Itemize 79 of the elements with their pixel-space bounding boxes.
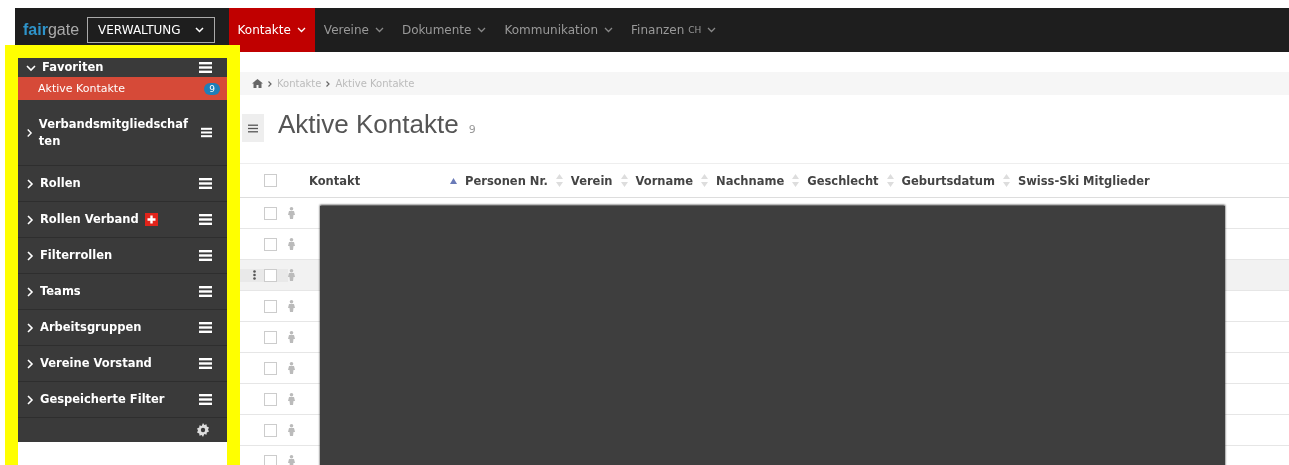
logo[interactable]: fairgate — [15, 8, 88, 52]
count-label: 9 — [468, 123, 476, 136]
section-title[interactable]: Rollen Verband — [40, 211, 139, 228]
menu-icon[interactable] — [199, 62, 212, 73]
menu-icon[interactable] — [199, 322, 212, 333]
checkbox[interactable] — [264, 206, 277, 220]
column-header[interactable]: Nachname — [716, 173, 785, 188]
sort-ascending-icon[interactable] — [450, 177, 457, 184]
person-icon — [288, 269, 295, 281]
section-title[interactable]: Filterrollen — [40, 247, 113, 264]
menu-icon[interactable] — [248, 122, 258, 134]
nav-tab[interactable]: Vereine — [314, 8, 393, 52]
sidebar-item[interactable]: Aktive Kontakte 9 — [18, 77, 228, 100]
person-icon — [288, 455, 295, 465]
nav-tab[interactable]: Kommunikation — [495, 8, 623, 52]
menu-icon[interactable] — [199, 214, 212, 225]
settings-icon[interactable] — [196, 423, 210, 437]
home-icon[interactable] — [252, 79, 263, 88]
chevron-down-icon[interactable] — [26, 63, 36, 72]
section-title[interactable]: Verbandsmitgliedschaften — [38, 115, 189, 150]
section-title[interactable]: Vereine Vorstand — [40, 355, 152, 372]
section-title[interactable]: Teams — [40, 283, 81, 300]
chevron-right-icon[interactable] — [26, 358, 34, 369]
chevron-down-icon — [194, 27, 204, 33]
section-title[interactable]: Favoriten — [42, 59, 104, 76]
checkbox[interactable] — [264, 454, 277, 465]
column-header[interactable]: Swiss-Ski Mitglieder — [1017, 173, 1150, 188]
menu-icon[interactable] — [199, 178, 212, 189]
checkbox[interactable] — [264, 174, 277, 187]
person-icon — [288, 393, 295, 405]
menu-icon[interactable] — [199, 250, 212, 261]
column-header[interactable]: Kontakt — [309, 173, 361, 188]
chevron-right-icon[interactable] — [26, 322, 34, 333]
checkbox[interactable] — [264, 392, 277, 406]
chevron-down-icon — [374, 27, 384, 33]
count-badge: 9 — [204, 82, 220, 95]
menu-button[interactable] — [242, 114, 264, 142]
column-header[interactable]: Verein — [570, 173, 613, 188]
person-icon — [288, 331, 295, 343]
section-title[interactable]: Rollen — [40, 175, 81, 192]
chevron-right-icon[interactable] — [26, 214, 34, 225]
column-header[interactable]: Geschlecht — [807, 173, 879, 188]
checkbox[interactable] — [264, 423, 277, 437]
person-icon — [288, 362, 295, 374]
checkbox[interactable] — [264, 361, 277, 375]
checkbox[interactable] — [264, 330, 277, 344]
menu-icon[interactable] — [199, 394, 212, 405]
chevron-right-icon — [326, 80, 331, 87]
drag-handle-icon[interactable] — [253, 270, 256, 280]
column-header[interactable]: Vorname — [635, 173, 694, 188]
checkbox[interactable] — [264, 299, 277, 313]
menu-icon[interactable] — [199, 358, 212, 369]
nav-tab[interactable]: Dokumente — [392, 8, 496, 52]
section-title[interactable]: Gespeicherte Filter — [40, 391, 165, 408]
chevron-right-icon[interactable] — [26, 250, 34, 261]
chevron-right-icon — [268, 80, 272, 87]
chevron-down-icon — [604, 27, 614, 33]
menu-icon[interactable] — [200, 127, 212, 138]
nav-tab[interactable]: Kontakte — [228, 8, 315, 52]
checkbox[interactable] — [264, 237, 277, 251]
chevron-right-icon[interactable] — [26, 394, 34, 405]
area-dropdown[interactable]: VERWALTUNG — [87, 17, 215, 43]
chevron-right-icon[interactable] — [26, 286, 34, 297]
chevron-down-icon — [477, 27, 487, 33]
column-header[interactable]: Personen Nr. — [465, 173, 548, 188]
column-header[interactable]: Geburtsdatum — [901, 173, 995, 188]
section-title[interactable]: Arbeitsgruppen — [40, 319, 142, 336]
chevron-right-icon[interactable] — [26, 178, 34, 189]
person-icon — [288, 424, 295, 436]
person-icon — [288, 238, 295, 250]
nav-tab[interactable]: Finanzen CH — [622, 8, 726, 52]
menu-icon[interactable] — [199, 286, 212, 297]
page-title: Aktive Kontakte — [278, 109, 459, 140]
chevron-down-icon — [296, 27, 306, 33]
chevron-down-icon — [707, 27, 717, 33]
person-icon — [288, 207, 295, 219]
person-icon — [288, 300, 295, 312]
checkbox[interactable] — [264, 268, 277, 282]
chevron-right-icon[interactable] — [26, 127, 33, 138]
